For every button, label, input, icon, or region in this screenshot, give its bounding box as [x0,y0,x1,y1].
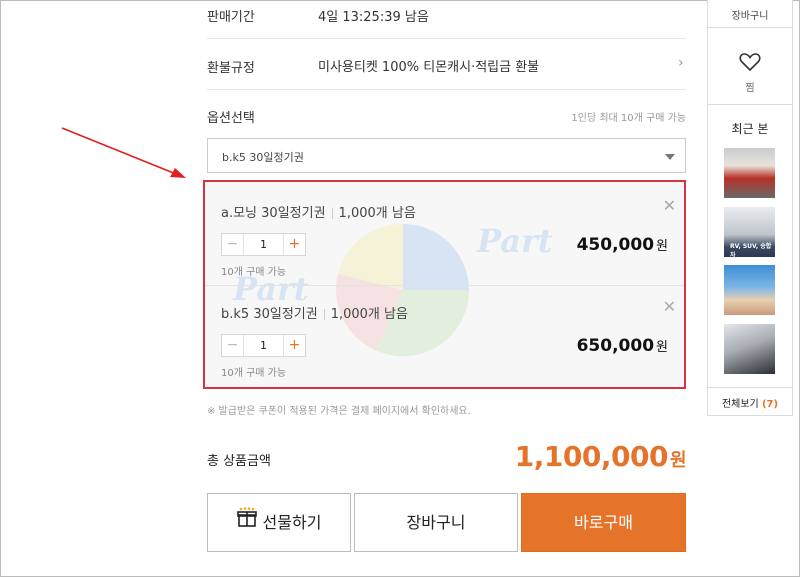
view-all-label: 전체보기 [721,399,759,410]
gift-icon [236,493,257,550]
refund-label: 환불규정 [207,61,255,76]
option-price: 450,000 원 [577,235,668,255]
right-sidebar: 장바구니 찜 최근 본 RV, SUV, 승합차 전체보기 (7) [707,0,793,416]
purchase-limit-note: 1인당 최대 10개 구매 가능 [571,113,686,124]
total-amount: 1,100,000 [514,440,669,473]
divider [207,89,686,90]
recent-items-title: 최근 본 [731,122,769,136]
decrease-button[interactable]: − [222,234,244,255]
gift-button[interactable]: 선물하기 [207,493,351,552]
recent-item-thumbnail[interactable] [724,148,775,198]
option-price-value: 650,000 [576,336,655,356]
add-to-cart-button[interactable]: 장바구니 [354,493,518,552]
heart-icon[interactable] [739,52,761,76]
divider [708,27,792,28]
currency-unit: 원 [669,450,687,471]
option-name: a.모닝 30일정기권 [221,206,326,221]
sidebar-cart-link[interactable]: 장바구니 [708,7,792,22]
decrease-button[interactable]: − [222,335,244,356]
quantity-stepper: − 1 + [221,233,306,256]
selected-option-item: a.모닝 30일정기권 1,000개 남음 ✕ − 1 + 10개 구매 가능 4… [205,186,684,286]
increase-button[interactable]: + [283,234,305,255]
sidebar-zzim-label[interactable]: 찜 [708,79,792,94]
caret-down-icon [665,154,675,160]
option-stock: 1,000개 남음 [338,206,416,221]
divider [708,387,792,388]
sale-period-label: 판매기간 [207,10,255,25]
purchase-limit: 10개 구매 가능 [221,267,287,278]
option-select-value: b.k5 30일정기권 [222,151,304,164]
quantity-input[interactable]: 1 [244,335,283,356]
recent-item-thumbnail[interactable]: RV, SUV, 승합차 [724,207,775,257]
recent-item-thumbnail[interactable] [724,324,775,374]
currency-unit: 원 [656,340,668,355]
option-title: b.k5 30일정기권 1,000개 남음 [221,303,408,322]
sale-period-value: 4일 13:25:39 남음 [318,10,429,25]
thumbnail-caption: RV, SUV, 승합차 [730,243,772,257]
close-icon[interactable]: ✕ [663,297,676,316]
quantity-input[interactable]: 1 [244,234,283,255]
coupon-note: ※ 발급받은 쿠폰이 적용된 가격은 결제 페이지에서 확인하세요. [207,406,471,417]
divider [708,104,792,105]
quantity-stepper: − 1 + [221,334,306,357]
chevron-right-icon[interactable]: › [678,55,684,71]
purchase-limit: 10개 구매 가능 [221,368,287,379]
close-icon[interactable]: ✕ [663,196,676,215]
option-name: b.k5 30일정기권 [221,307,318,322]
increase-button[interactable]: + [283,335,305,356]
currency-unit: 원 [656,239,668,254]
total-price: 1,100,000 원 [514,440,687,473]
recent-item-thumbnail[interactable] [724,265,775,315]
gift-button-label: 선물하기 [262,513,322,532]
view-all-link[interactable]: 전체보기 (7) [708,395,792,410]
buy-now-button[interactable]: 바로구매 [521,493,686,552]
divider [331,208,333,219]
selected-option-item: b.k5 30일정기권 1,000개 남음 ✕ − 1 + 10개 구매 가능 6… [205,287,684,387]
option-select[interactable]: b.k5 30일정기권 [207,138,686,173]
option-stock: 1,000개 남음 [330,307,408,322]
divider [207,38,686,39]
option-title: a.모닝 30일정기권 1,000개 남음 [221,202,416,221]
view-all-count: (7) [761,399,779,410]
selected-options-box: Part Part a.모닝 30일정기권 1,000개 남음 ✕ − 1 + 1… [203,180,686,389]
total-label: 총 상품금액 [207,454,271,469]
option-price: 650,000 원 [577,336,668,356]
option-label: 옵션선택 [207,111,255,126]
divider [323,309,325,320]
refund-value[interactable]: 미사용티켓 100% 티몬캐시·적립금 환불 [318,56,539,75]
option-price-value: 450,000 [576,235,655,255]
